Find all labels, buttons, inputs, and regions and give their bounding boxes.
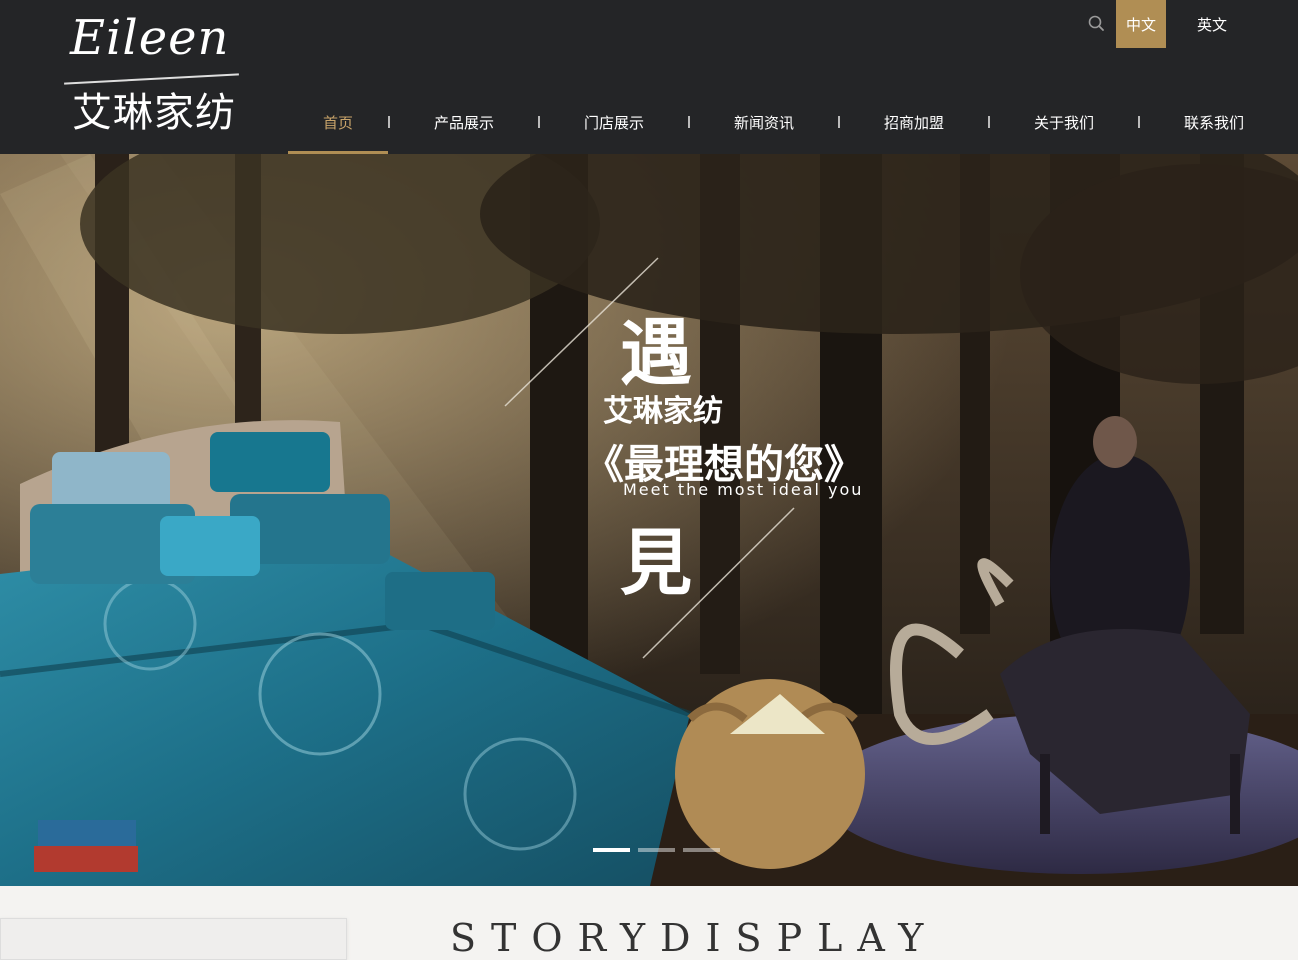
site-header: Eileen 艾琳家纺 中文 英文 首页 产品展示 门店展示 新闻资讯 招商加盟…	[0, 0, 1298, 154]
nav-item-home[interactable]: 首页	[288, 100, 388, 154]
banner-char-see: 見	[620, 520, 693, 605]
nav-separator	[538, 116, 540, 128]
nav-separator	[838, 116, 840, 128]
slider-dot[interactable]	[638, 848, 675, 852]
logo-chinese-text: 艾琳家纺	[72, 90, 236, 136]
slider-dot[interactable]	[683, 848, 720, 852]
nav-item-news[interactable]: 新闻资讯	[714, 100, 814, 154]
banner-brand-text: 艾琳家纺	[603, 394, 723, 429]
brand-logo[interactable]: Eileen 艾琳家纺	[62, 10, 247, 136]
nav-item-franchise[interactable]: 招商加盟	[864, 100, 964, 154]
nav-separator	[388, 116, 390, 128]
logo-script-text: Eileen	[70, 10, 230, 66]
side-card	[0, 918, 347, 960]
nav-item-contact[interactable]: 联系我们	[1164, 100, 1264, 154]
section-title: STORYDISPLAY	[450, 916, 939, 960]
banner-english-slogan: Meet the most ideal you	[623, 480, 864, 499]
nav-item-products[interactable]: 产品展示	[414, 100, 514, 154]
slider-dot[interactable]	[593, 848, 630, 852]
banner-char-meet: 遇	[620, 310, 693, 395]
nav-item-about[interactable]: 关于我们	[1014, 100, 1114, 154]
nav-separator	[688, 116, 690, 128]
nav-item-stores[interactable]: 门店展示	[564, 100, 664, 154]
language-chinese-button[interactable]: 中文	[1116, 0, 1166, 48]
language-english-button[interactable]: 英文	[1187, 0, 1237, 48]
nav-separator	[1138, 116, 1140, 128]
hero-banner[interactable]: 遇 艾琳家纺 《最理想的您》 Meet the most ideal you 見	[0, 154, 1298, 886]
nav-separator	[988, 116, 990, 128]
search-icon[interactable]	[1087, 14, 1107, 34]
